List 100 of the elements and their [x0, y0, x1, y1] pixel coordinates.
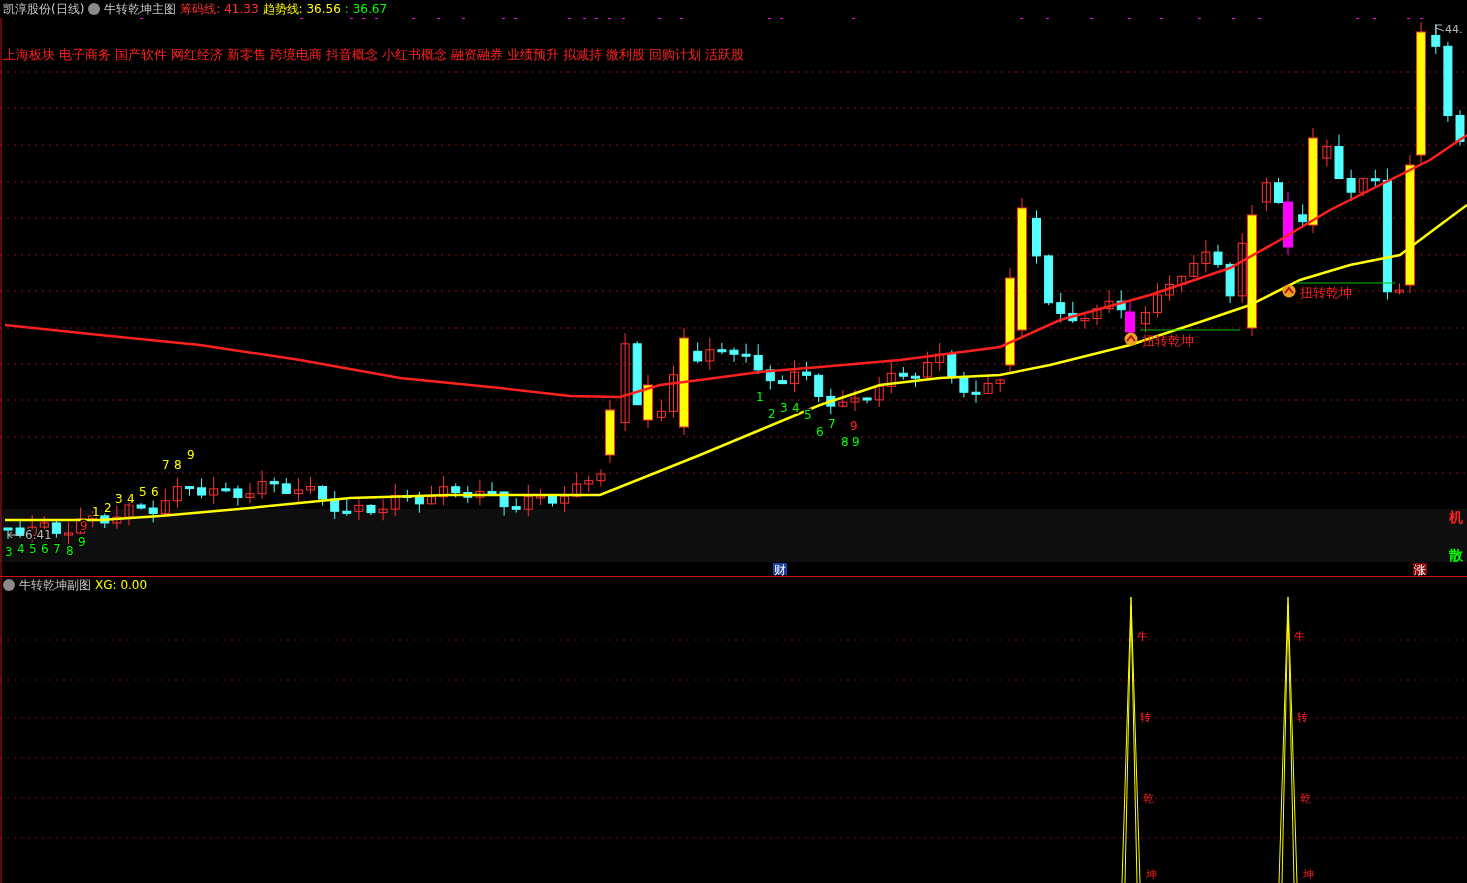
- candlestick: [523, 484, 533, 517]
- candlestick: [632, 340, 642, 406]
- candlestick: [209, 476, 219, 505]
- count-label: 3: [5, 545, 13, 559]
- count-label: 9: [187, 448, 195, 462]
- candlestick: [1165, 274, 1175, 302]
- candlestick: [584, 474, 594, 493]
- signal-label: 扭转乾坤: [1300, 285, 1352, 300]
- candlestick: [548, 493, 557, 507]
- candlestick: [850, 389, 860, 412]
- candlestick: [729, 346, 739, 363]
- count-label: 2: [104, 501, 112, 515]
- candlestick: [1104, 289, 1114, 314]
- candlestick: [1140, 305, 1150, 333]
- count-label: 4: [792, 401, 800, 415]
- count-label: 7: [53, 542, 61, 556]
- candlestick: [511, 497, 521, 514]
- side-label: 机: [1449, 509, 1463, 525]
- candlestick: [197, 477, 207, 499]
- spike-label: 乾: [1300, 792, 1311, 805]
- candlestick: [765, 364, 775, 390]
- dropdown-icon[interactable]: [88, 3, 101, 15]
- count-label: 7: [162, 458, 170, 472]
- sector-tag: 活跃股: [705, 46, 744, 65]
- candlestick: [136, 502, 146, 510]
- spike-label: 坤: [1146, 868, 1157, 881]
- candlestick: [1322, 139, 1332, 168]
- sector-tag: 业绩预升: [507, 46, 559, 65]
- candlestick: [1213, 244, 1223, 269]
- sector-tag: 抖音概念: [326, 46, 378, 65]
- candlestick: [1334, 134, 1344, 180]
- sector-tag: 回购计划: [649, 46, 701, 65]
- candlestick: [705, 337, 715, 371]
- indicator-readout: 趋势线: 36.56: [262, 1, 341, 18]
- candlestick: [318, 484, 328, 507]
- candlestick: [1044, 253, 1054, 306]
- candlestick: [911, 372, 920, 388]
- candlestick: [439, 475, 449, 506]
- candlestick: [51, 519, 61, 539]
- candlestick: [233, 485, 243, 507]
- candlestick: [717, 342, 727, 355]
- candlestick: [777, 374, 787, 385]
- candlestick: [148, 500, 158, 523]
- count-label: 9: [852, 435, 860, 449]
- candlestick: [330, 490, 340, 520]
- candlestick: [499, 490, 509, 517]
- leader-line: [7, 531, 25, 539]
- spike-label: 转: [1140, 711, 1151, 724]
- candlestick: [1358, 178, 1368, 197]
- count-label: 1: [756, 390, 764, 404]
- candlestick: [293, 477, 303, 503]
- dropdown-icon[interactable]: [3, 579, 15, 591]
- count-label: 5: [29, 542, 37, 556]
- indicator-readout: 筹码线: 41.33: [180, 1, 259, 18]
- indicator-readout: : 36.67: [344, 1, 388, 18]
- candlestick: [572, 471, 582, 499]
- candlestick: [1056, 292, 1066, 323]
- indicator-title: 牛转乾坤主图: [104, 1, 177, 18]
- spike-label: 乾: [1143, 792, 1154, 805]
- spike-label: 牛: [1137, 630, 1148, 643]
- candlestick: [185, 485, 194, 497]
- count-label: 6: [41, 542, 49, 556]
- count-label: 9: [78, 535, 86, 549]
- candlestick: [643, 374, 653, 429]
- sector-tag: 电子商务: [59, 46, 111, 65]
- candlestick: [898, 366, 908, 381]
- candlestick: [487, 481, 497, 496]
- candlestick: [1261, 177, 1271, 212]
- candlestick: [354, 497, 364, 521]
- count-label: 2: [768, 407, 776, 421]
- candlestick: [1068, 301, 1078, 324]
- signal-badge: 财: [773, 562, 787, 576]
- sector-tag: 上海板块: [3, 46, 55, 65]
- candlestick: [838, 389, 848, 409]
- candlestick: [605, 399, 615, 464]
- signal-icon: [1282, 284, 1296, 298]
- stock-title: 凯淳股份(日线): [3, 1, 85, 18]
- count-label: 4: [127, 492, 135, 506]
- count-label: 6: [816, 425, 824, 439]
- sector-tag: 微利股: [606, 46, 645, 65]
- candlestick: [451, 483, 461, 499]
- candlestick: [1116, 289, 1126, 319]
- candlestick: [1455, 109, 1465, 147]
- count-label: 6: [151, 485, 159, 499]
- candlestick: [390, 483, 400, 517]
- sector-tag: 拟减持: [563, 46, 602, 65]
- candlestick: [427, 485, 436, 505]
- candlestick: [463, 485, 473, 504]
- candlestick: [656, 398, 666, 423]
- candlestick: [1189, 254, 1199, 279]
- count-label: 8: [174, 458, 182, 472]
- candlestick: [281, 477, 291, 495]
- signal-icon: [1124, 332, 1138, 346]
- indicator-readout: XG: 0.00: [95, 577, 148, 594]
- candlestick: [1153, 282, 1162, 319]
- spike-label: 转: [1297, 711, 1308, 724]
- candlestick: [306, 476, 315, 495]
- count-label: 3: [780, 401, 788, 415]
- price-label: 44.: [1445, 23, 1463, 36]
- count-label: 8: [66, 544, 74, 558]
